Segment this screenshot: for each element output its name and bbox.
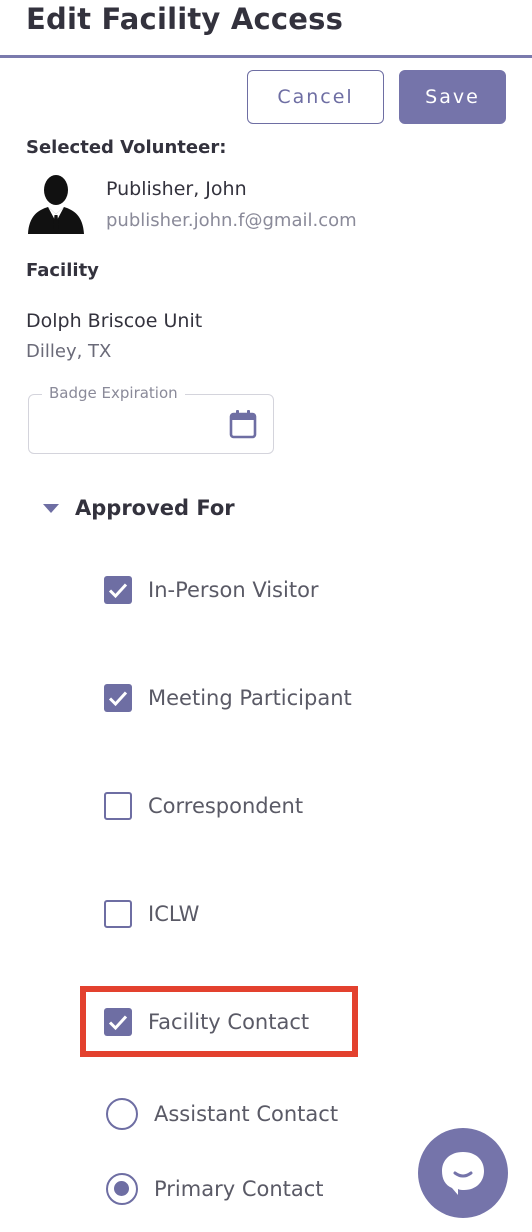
checkbox-unchecked-icon[interactable] xyxy=(104,792,132,820)
cancel-button[interactable]: Cancel xyxy=(247,70,384,124)
option-facility-contact[interactable]: Facility Contact xyxy=(104,1007,309,1037)
approved-for-label: Approved For xyxy=(75,496,235,520)
checkbox-unchecked-icon[interactable] xyxy=(104,900,132,928)
radio-selected-icon[interactable] xyxy=(106,1173,138,1205)
volunteer-name: Publisher, John xyxy=(106,178,247,200)
radio-unselected-icon[interactable] xyxy=(106,1098,138,1130)
option-label: Meeting Participant xyxy=(148,686,352,710)
radio-primary-contact[interactable]: Primary Contact xyxy=(106,1173,324,1205)
chat-button[interactable] xyxy=(418,1128,508,1218)
checkbox-checked-icon[interactable] xyxy=(104,1008,132,1036)
option-iclw[interactable]: ICLW xyxy=(104,899,199,929)
facility-label: Facility xyxy=(26,260,99,281)
option-correspondent[interactable]: Correspondent xyxy=(104,791,303,821)
radio-label: Primary Contact xyxy=(154,1177,324,1201)
checkbox-checked-icon[interactable] xyxy=(104,576,132,604)
radio-label: Assistant Contact xyxy=(154,1102,339,1126)
checkbox-checked-icon[interactable] xyxy=(104,684,132,712)
radio-assistant-contact[interactable]: Assistant Contact xyxy=(106,1098,338,1130)
header: Edit Facility Access xyxy=(0,0,532,58)
caret-down-icon xyxy=(43,504,59,513)
option-label: Facility Contact xyxy=(148,1010,310,1034)
save-button[interactable]: Save xyxy=(399,70,506,124)
facility-name: Dolph Briscoe Unit xyxy=(26,310,203,332)
badge-expiration-label: Badge Expiration xyxy=(42,384,185,402)
option-label: ICLW xyxy=(148,902,200,926)
facility-location: Dilley, TX xyxy=(26,341,112,362)
chat-bubble-icon xyxy=(442,1152,484,1195)
page-title: Edit Facility Access xyxy=(26,2,344,36)
approved-for-toggle[interactable]: Approved For xyxy=(40,492,235,524)
calendar-icon[interactable] xyxy=(229,409,257,439)
option-in-person-visitor[interactable]: In-Person Visitor xyxy=(104,575,319,605)
person-silhouette-icon xyxy=(26,172,86,234)
option-label: Correspondent xyxy=(148,794,304,818)
selected-volunteer-label: Selected Volunteer: xyxy=(26,137,227,158)
volunteer-email: publisher.john.f@gmail.com xyxy=(106,210,357,231)
option-label: In-Person Visitor xyxy=(148,578,319,602)
option-meeting-participant[interactable]: Meeting Participant xyxy=(104,683,352,713)
